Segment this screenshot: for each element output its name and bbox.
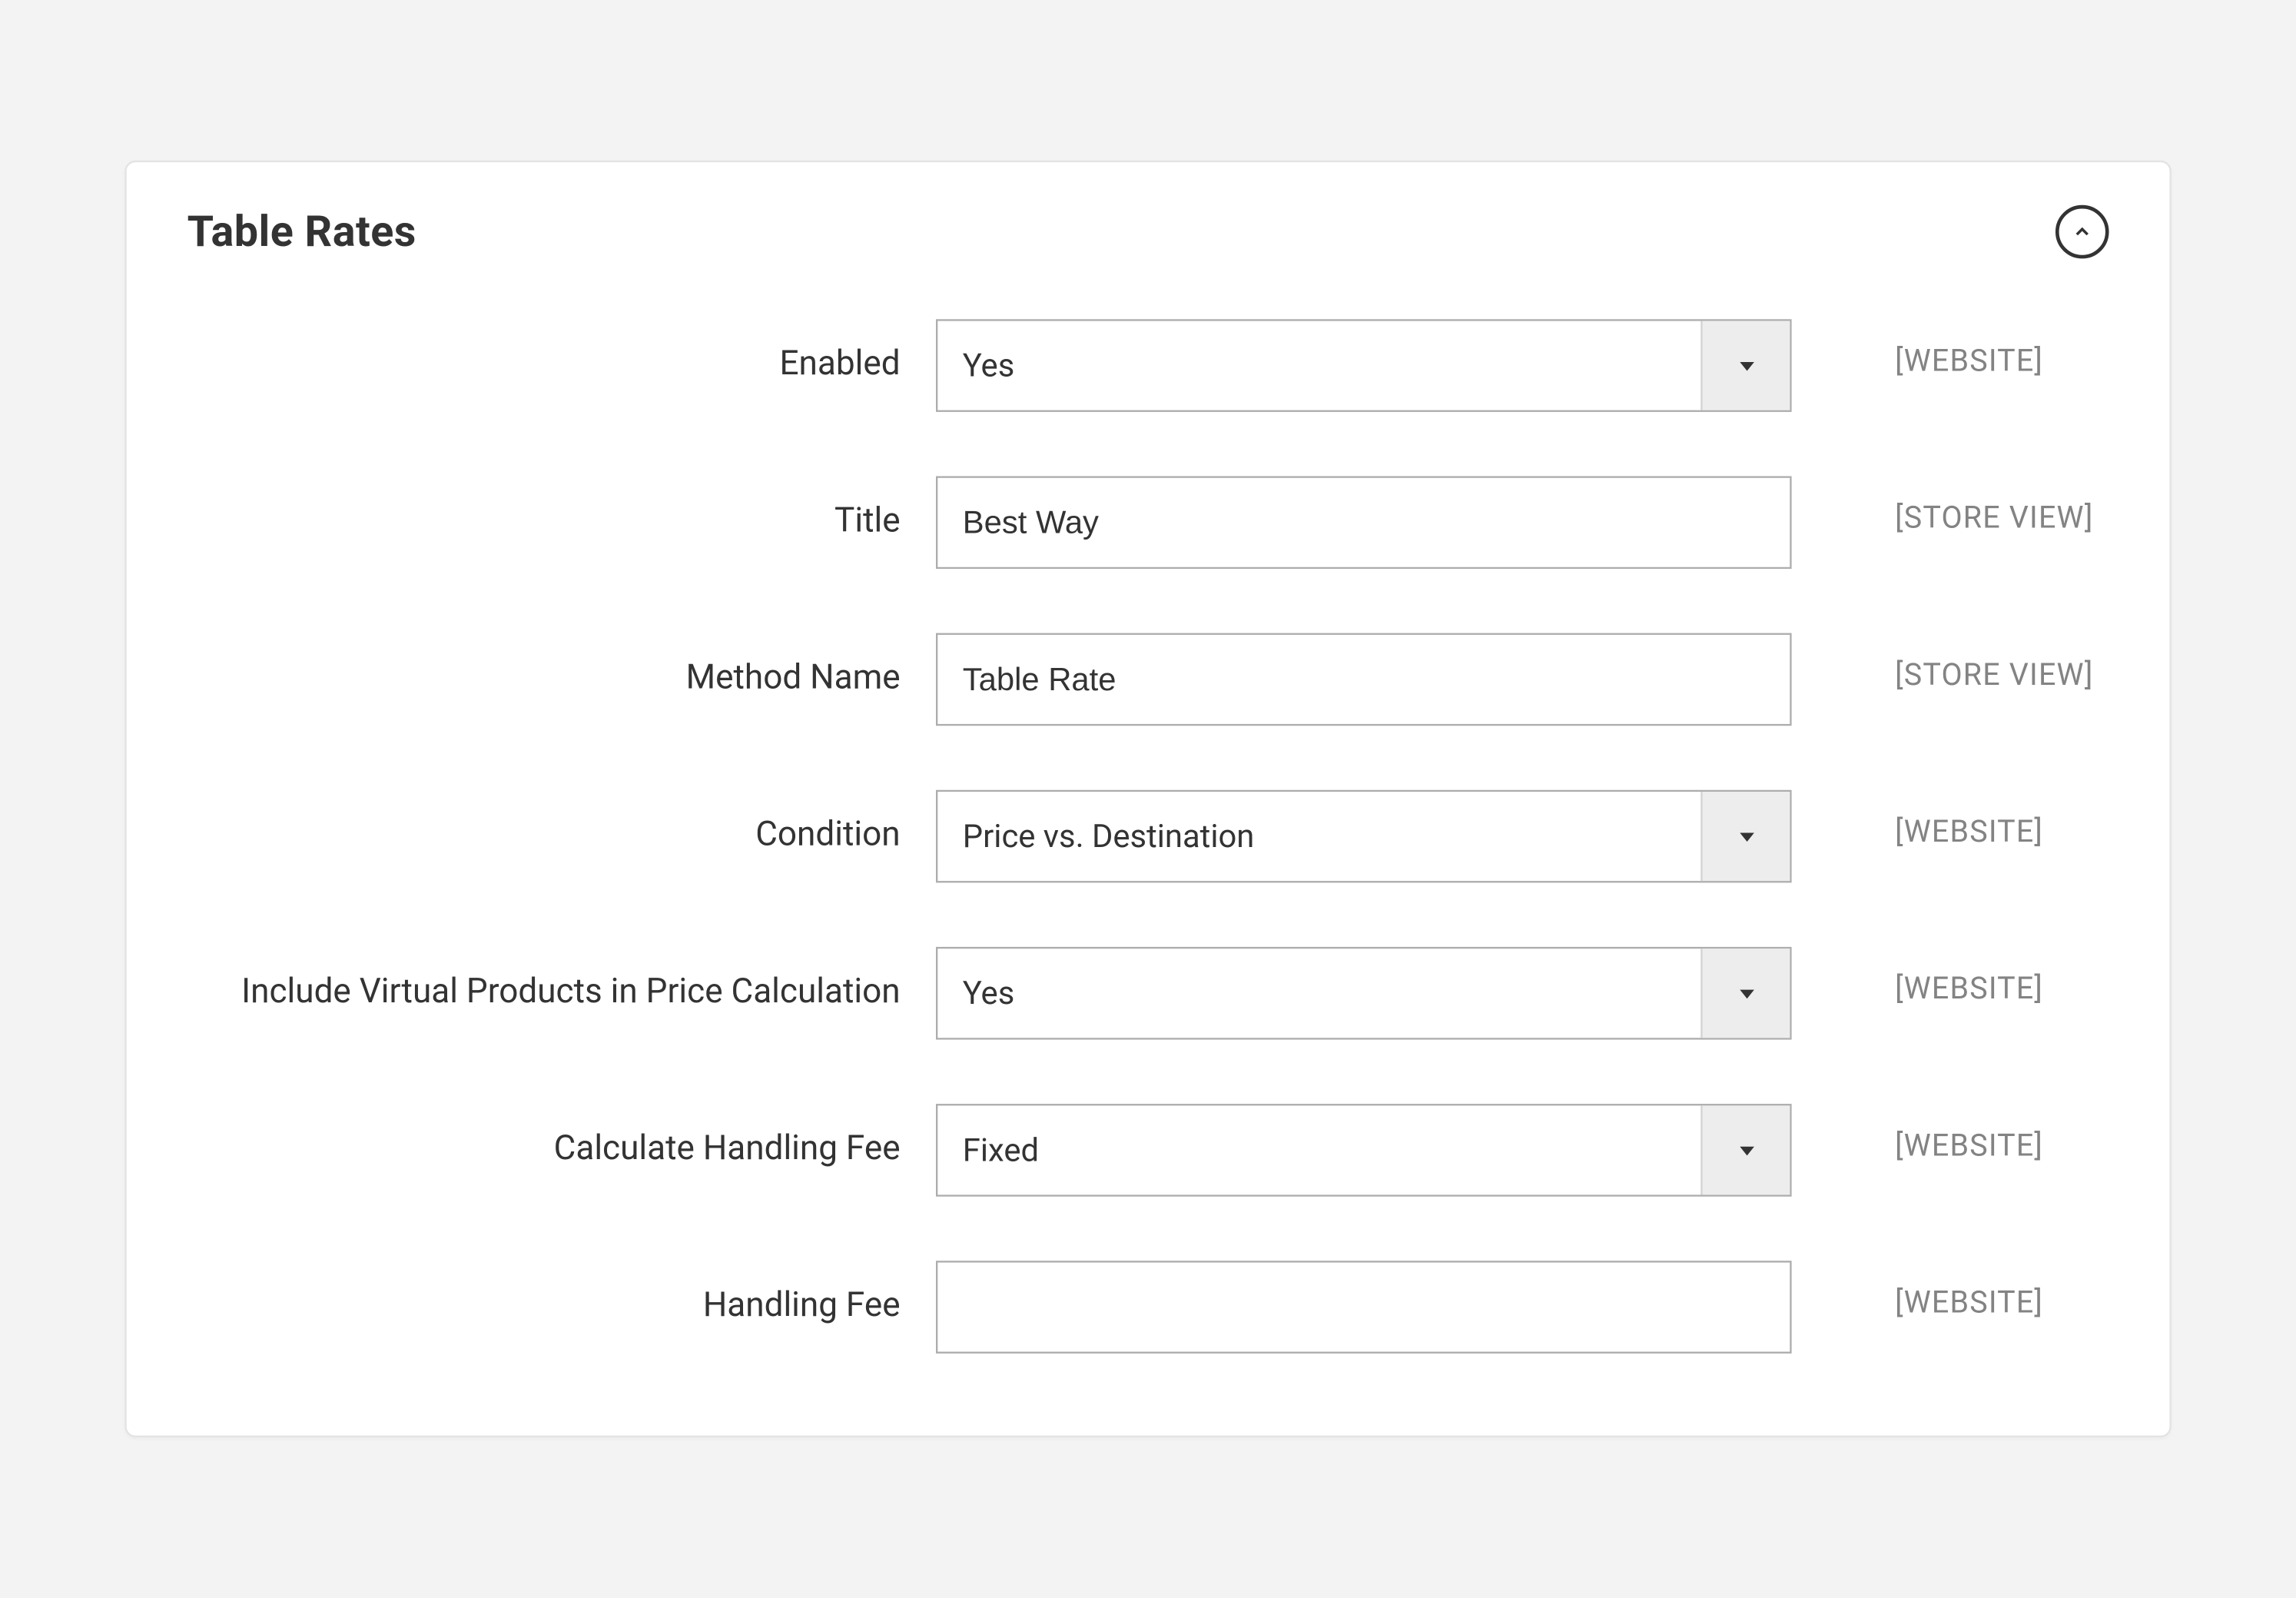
table-rates-panel: Table Rates Enabled Yes bbox=[124, 161, 2171, 1437]
field-label: Title bbox=[187, 476, 901, 543]
scope-label: [WEBSITE] bbox=[1827, 947, 2109, 1008]
chevron-up-icon bbox=[2072, 221, 2093, 243]
select-value: Yes bbox=[937, 321, 1700, 410]
scope-label: [WEBSITE] bbox=[1827, 1104, 2109, 1164]
field-handling-fee: Handling Fee [WEBSITE] bbox=[187, 1261, 2109, 1354]
method-name-input[interactable] bbox=[936, 633, 1792, 726]
scope-label: [WEBSITE] bbox=[1827, 790, 2109, 851]
field-label: Enabled bbox=[187, 319, 901, 386]
panel-title: Table Rates bbox=[187, 207, 416, 257]
panel-header: Table Rates bbox=[187, 205, 2109, 259]
field-include-virtual: Include Virtual Products in Price Calcul… bbox=[187, 947, 2109, 1040]
condition-select[interactable]: Price vs. Destination bbox=[936, 790, 1792, 883]
field-label: Handling Fee bbox=[187, 1261, 901, 1327]
field-method-name: Method Name [STORE VIEW] bbox=[187, 633, 2109, 726]
enabled-select[interactable]: Yes bbox=[936, 319, 1792, 412]
title-input[interactable] bbox=[936, 476, 1792, 569]
field-label: Method Name bbox=[187, 633, 901, 700]
scope-label: [STORE VIEW] bbox=[1827, 476, 2109, 537]
dropdown-arrow bbox=[1700, 949, 1790, 1038]
dropdown-arrow bbox=[1700, 321, 1790, 410]
scope-label: [WEBSITE] bbox=[1827, 1261, 2109, 1321]
calc-handling-select[interactable]: Fixed bbox=[936, 1104, 1792, 1197]
collapse-toggle[interactable] bbox=[2055, 205, 2109, 259]
select-value: Yes bbox=[937, 949, 1700, 1038]
chevron-down-icon bbox=[1736, 355, 1757, 377]
select-value: Price vs. Destination bbox=[937, 792, 1700, 881]
chevron-down-icon bbox=[1736, 982, 1757, 1004]
chevron-down-icon bbox=[1736, 826, 1757, 847]
dropdown-arrow bbox=[1700, 1105, 1790, 1194]
handling-fee-input[interactable] bbox=[936, 1261, 1792, 1354]
field-label: Calculate Handling Fee bbox=[187, 1104, 901, 1171]
field-title: Title [STORE VIEW] bbox=[187, 476, 2109, 569]
scope-label: [STORE VIEW] bbox=[1827, 633, 2109, 694]
field-label: Condition bbox=[187, 790, 901, 857]
chevron-down-icon bbox=[1736, 1139, 1757, 1161]
field-enabled: Enabled Yes [WEBSITE] bbox=[187, 319, 2109, 412]
field-calc-handling: Calculate Handling Fee Fixed [WEBSITE] bbox=[187, 1104, 2109, 1197]
include-virtual-select[interactable]: Yes bbox=[936, 947, 1792, 1040]
field-condition: Condition Price vs. Destination [WEBSITE… bbox=[187, 790, 2109, 883]
field-label: Include Virtual Products in Price Calcul… bbox=[187, 947, 901, 1014]
dropdown-arrow bbox=[1700, 792, 1790, 881]
scope-label: [WEBSITE] bbox=[1827, 319, 2109, 380]
select-value: Fixed bbox=[937, 1105, 1700, 1194]
